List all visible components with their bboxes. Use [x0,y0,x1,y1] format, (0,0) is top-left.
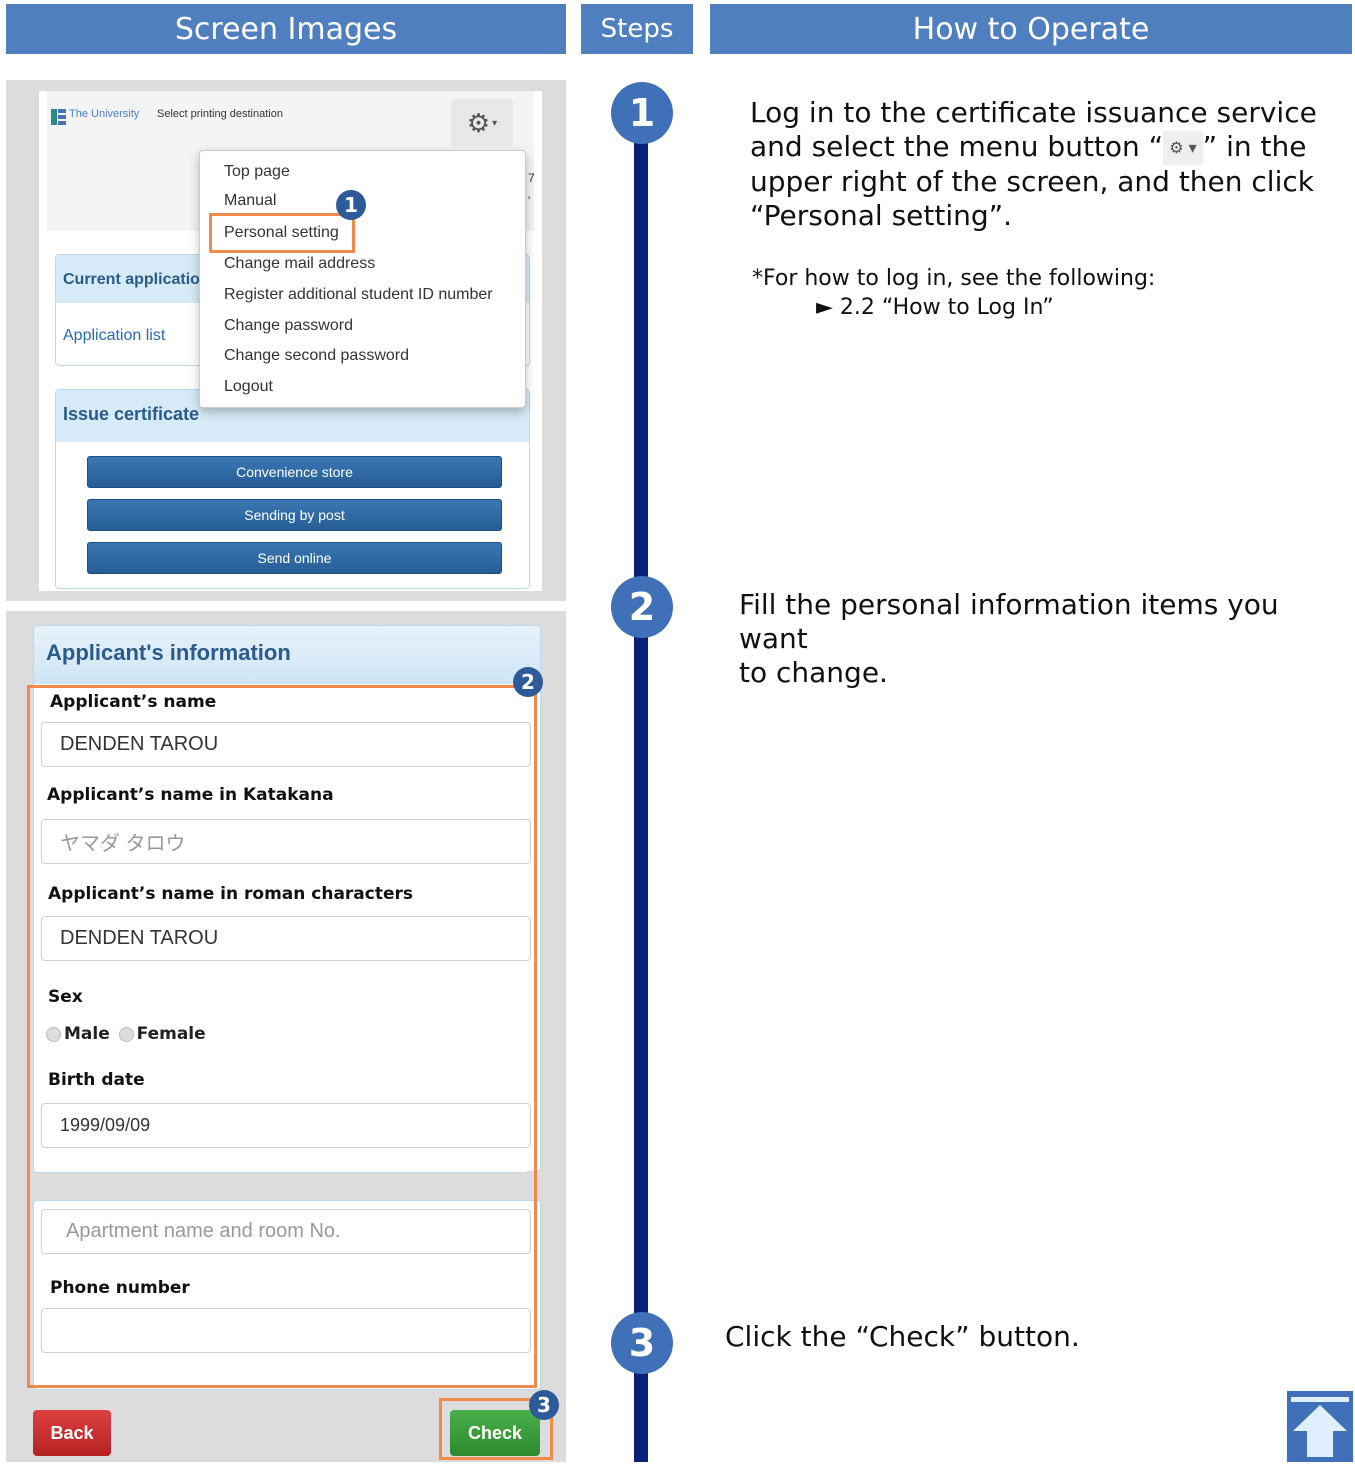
menu-item-change-mail[interactable]: Change mail address [224,255,375,273]
callout-marker-1: 1 [336,190,366,220]
login-note-link[interactable]: ► 2.2 “How to Log In” [816,293,1054,322]
header-how-to-operate: How to Operate [710,4,1352,54]
menu-item-top-page[interactable]: Top page [224,163,290,181]
header-screen-images: Screen Images [6,4,566,54]
menu-item-manual[interactable]: Manual [224,192,276,210]
step-2-line-2: to change. [739,656,888,689]
check-button[interactable]: Check [450,1410,540,1456]
settings-dropdown-menu [199,150,526,408]
step-1-marker: 1 [611,82,673,144]
issue-certificate-title: Issue certificate [63,404,200,424]
step-2-line-1: Fill the personal information items you … [739,588,1279,655]
step-1-line-4: “Personal setting”. [750,199,1013,232]
applicant-info-title: Applicant's information [46,640,291,665]
header-steps: Steps [581,4,693,54]
edge-text-1: 7 [528,171,535,185]
university-logo-icon [51,107,67,132]
step-1-text: Log in to the certificate issuance servi… [750,96,1350,233]
step-3-marker: 3 [611,1312,673,1374]
convenience-store-button[interactable]: Convenience store [87,456,502,488]
menu-item-register-student-id[interactable]: Register additional student ID number [224,286,493,304]
step-1-line-3: upper right of the screen, and then clic… [750,165,1314,198]
sending-by-post-button[interactable]: Sending by post [87,499,502,531]
callout-marker-2: 2 [513,667,543,697]
settings-menu-button[interactable]: ⚙ ▾ [451,99,513,147]
page-title: Select printing destination [157,108,283,120]
step-2-text: Fill the personal information items you … [739,588,1351,690]
up-arrow-icon [1291,1397,1349,1457]
step-1-line-1: Log in to the certificate issuance servi… [750,96,1317,129]
back-to-top-button[interactable] [1287,1391,1353,1462]
gear-icon: ⚙ [466,107,491,138]
inline-gear-icon: ⚙ ▾ [1163,131,1203,165]
step-2-marker: 2 [611,576,673,638]
form-highlight [27,685,537,1388]
step-3-text: Click the “Check” button. [725,1320,1080,1353]
caret-down-icon: ▾ [492,117,498,129]
step-1-line-2a: and select the menu button “ [750,130,1164,163]
brand-name[interactable]: The University [69,108,139,120]
menu-item-change-password[interactable]: Change password [224,317,353,335]
current-application-title: Current applicatio [63,271,200,288]
application-list-link[interactable]: Application list [63,327,165,345]
send-online-button[interactable]: Send online [87,542,502,574]
menu-item-logout[interactable]: Logout [224,378,273,396]
edge-text-2: ' [528,194,531,208]
step-1-line-2: and select the menu button “⚙ ▾” in the [750,130,1350,165]
callout-marker-3: 3 [529,1390,559,1420]
steps-timeline [634,110,648,1462]
login-note: *For how to log in, see the following: [752,266,1156,291]
step-1-line-2b: ” in the [1202,130,1307,163]
menu-item-change-second-password[interactable]: Change second password [224,347,409,365]
back-button[interactable]: Back [33,1410,111,1456]
personal-setting-highlight [209,213,355,253]
